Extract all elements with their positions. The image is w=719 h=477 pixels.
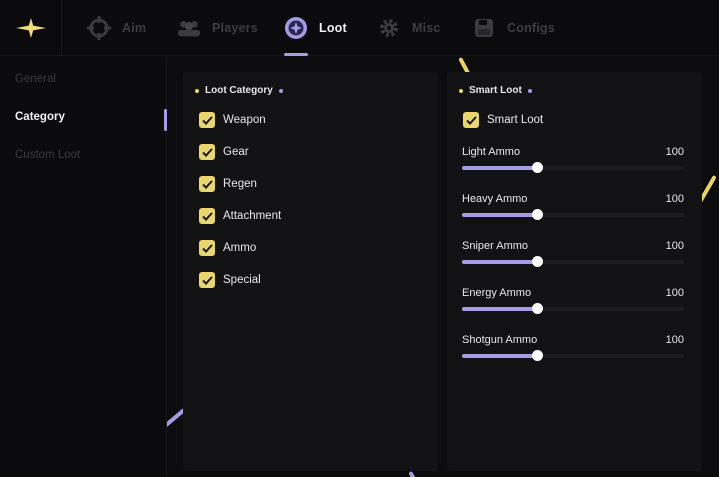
slider-thumb[interactable] [532, 256, 544, 267]
tab-aim-label: Aim [122, 21, 147, 35]
users-icon [176, 15, 202, 41]
decorative-streak-purple [408, 471, 418, 477]
slider-fill [462, 354, 538, 358]
checkmark-icon [465, 115, 477, 125]
checkmark-icon [201, 211, 213, 221]
ammo-slider: Light Ammo 100 [462, 146, 684, 186]
loot-category-label: Ammo [223, 242, 257, 254]
yellow-dot-icon [459, 88, 463, 93]
slider-fill [462, 166, 538, 170]
loot-category-label: Weapon [223, 114, 266, 126]
loot-category-checkbox-row[interactable]: Weapon [199, 112, 266, 128]
slider-track[interactable] [462, 350, 684, 361]
loot-category-label: Gear [223, 146, 249, 158]
loot-category-checkbox-row[interactable]: Gear [199, 144, 249, 160]
active-sidebar-indicator [164, 109, 167, 131]
slider-thumb[interactable] [532, 162, 544, 173]
checkbox[interactable] [463, 112, 479, 128]
tab-misc[interactable]: Misc [376, 0, 441, 56]
loot-category-checkbox-row[interactable]: Attachment [199, 208, 281, 224]
active-tab-indicator [284, 53, 308, 56]
tab-loot-label: Loot [319, 21, 347, 35]
loot-category-checkbox-row[interactable]: Special [199, 272, 261, 288]
checkbox[interactable] [199, 112, 215, 128]
logo [0, 0, 62, 56]
checkbox[interactable] [199, 144, 215, 160]
slider-thumb[interactable] [532, 303, 544, 314]
slider-value: 100 [665, 193, 684, 205]
top-navigation-bar: Aim Players Loot Misc Configs [0, 0, 719, 56]
smart-loot-panel: Smart Loot Smart Loot Light Ammo 100 Heavy… [447, 72, 702, 471]
smart-loot-label: Smart Loot [487, 114, 544, 126]
tab-configs-label: Configs [507, 21, 555, 35]
tab-aim[interactable]: Aim [86, 0, 146, 56]
yellow-dot-icon [195, 88, 199, 93]
slider-label: Sniper Ammo [462, 240, 529, 252]
slider-label: Heavy Ammo [462, 193, 528, 205]
checkbox[interactable] [199, 176, 215, 192]
ammo-slider: Sniper Ammo 100 [462, 240, 684, 280]
checkbox[interactable] [199, 240, 215, 256]
tab-configs[interactable]: Configs [471, 0, 555, 56]
checkmark-icon [201, 275, 213, 285]
slider-label: Energy Ammo [462, 287, 532, 299]
loot-category-label: Attachment [223, 210, 282, 222]
sidebar-item-custom-loot[interactable]: Custom Loot [15, 149, 80, 161]
slider-fill [462, 307, 538, 311]
slider-value: 100 [665, 334, 684, 346]
save-disk-icon [471, 15, 497, 41]
slider-thumb[interactable] [532, 209, 544, 220]
slider-track[interactable] [462, 209, 684, 220]
purple-dot-icon [278, 88, 283, 93]
smart-loot-checkbox-row[interactable]: Smart Loot [463, 112, 543, 128]
sidebar-item-general[interactable]: General [15, 73, 56, 85]
tab-players[interactable]: Players [176, 0, 258, 56]
slider-value: 100 [665, 240, 684, 252]
panel-title: Loot Category [205, 85, 273, 96]
crosshair-icon [86, 15, 112, 41]
gear-icon [376, 15, 402, 41]
slider-label: Light Ammo [462, 146, 521, 158]
checkbox[interactable] [199, 272, 215, 288]
slider-track[interactable] [462, 256, 684, 267]
ammo-slider: Energy Ammo 100 [462, 287, 684, 327]
purple-dot-icon [527, 88, 532, 93]
ammo-slider: Heavy Ammo 100 [462, 193, 684, 233]
slider-fill [462, 260, 538, 264]
loot-category-checkbox-row[interactable]: Ammo [199, 240, 256, 256]
checkmark-icon [201, 147, 213, 157]
checkbox[interactable] [199, 208, 215, 224]
panel-header: Loot Category [195, 85, 283, 96]
panel-header: Smart Loot [459, 85, 532, 96]
loot-category-label: Special [223, 274, 261, 286]
sidebar-item-category[interactable]: Category [15, 111, 65, 123]
slider-fill [462, 213, 538, 217]
checkmark-icon [201, 243, 213, 253]
sidebar: General Category Custom Loot [0, 57, 167, 477]
checkmark-icon [201, 179, 213, 189]
checkmark-icon [201, 115, 213, 125]
slider-track[interactable] [462, 162, 684, 173]
loot-category-checkbox-row[interactable]: Regen [199, 176, 257, 192]
slider-thumb[interactable] [532, 350, 544, 361]
tab-loot[interactable]: Loot [283, 0, 347, 56]
loot-orb-icon [283, 15, 309, 41]
slider-track[interactable] [462, 303, 684, 314]
loot-category-panel: Loot Category Weapon Gear Regen Attachment A… [183, 72, 438, 471]
loot-category-label: Regen [223, 178, 257, 190]
sparkle-star-icon [15, 18, 46, 38]
ammo-slider: Shotgun Ammo 100 [462, 334, 684, 374]
panel-title: Smart Loot [469, 85, 522, 96]
tab-players-label: Players [212, 21, 258, 35]
slider-label: Shotgun Ammo [462, 334, 538, 346]
slider-value: 100 [665, 146, 684, 158]
tab-misc-label: Misc [412, 21, 441, 35]
slider-value: 100 [665, 287, 684, 299]
